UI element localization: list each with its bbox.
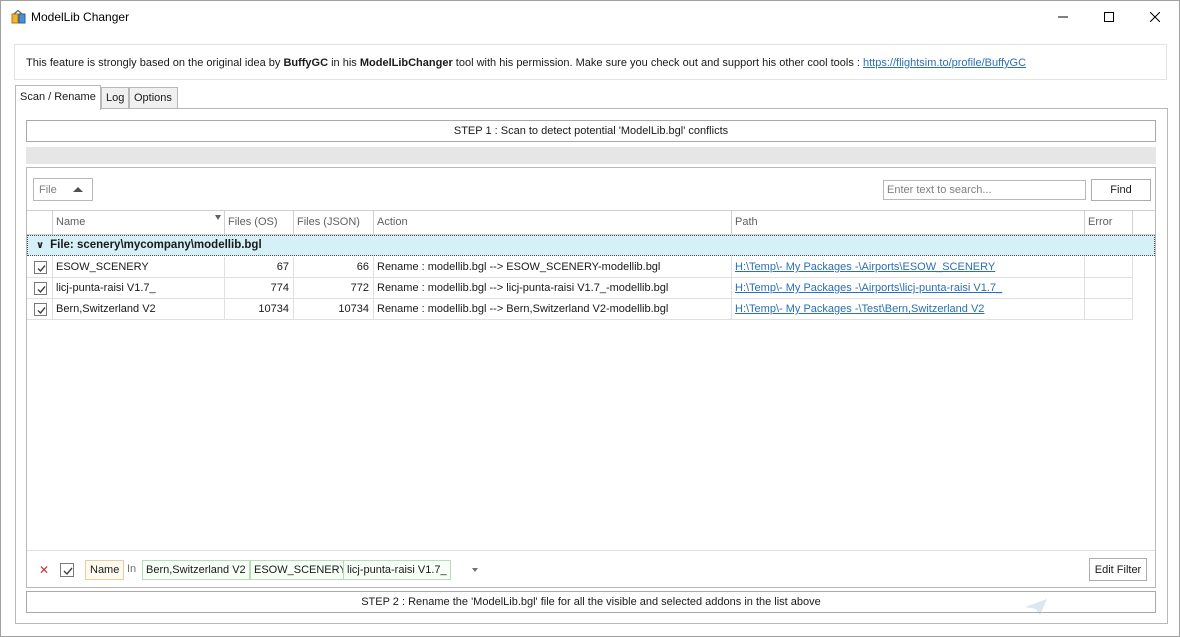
info-tool: ModelLibChanger [359,57,453,69]
filter-icon[interactable] [215,215,221,220]
filter-dropdown-icon[interactable] [472,568,478,572]
header-checkbox-column[interactable] [27,211,53,234]
author-profile-link[interactable]: https://flightsim.to/profile/BuffyGC [863,57,1026,69]
cell-error [1085,278,1133,299]
cell-path-link[interactable]: H:\Temp\- My Packages -\Test\Bern,Switze… [732,299,1085,320]
step2-rename-button[interactable]: STEP 2 : Rename the 'ModelLib.bgl' file … [26,591,1156,613]
checkmark-icon [37,265,46,273]
checkmark-icon [37,307,46,315]
step1-scan-button[interactable]: STEP 1 : Scan to detect potential 'Model… [26,120,1156,142]
row-checkbox-cell[interactable] [27,278,53,299]
minimize-icon [1058,16,1068,18]
maximize-icon [1104,12,1114,22]
grid-header: Name Files (OS) Files (JSON) Action Path… [27,210,1155,235]
cell-name: Bern,Switzerland V2 [53,299,225,320]
cell-path-link[interactable]: H:\Temp\- My Packages -\Airports\licj-pu… [732,278,1085,299]
filter-panel: ✕ Name In Bern,Switzerland V2 ESOW_SCENE… [27,550,1155,587]
chevron-up-icon [73,187,83,192]
cell-name: licj-punta-raisi V1.7_ [53,278,225,299]
chevron-down-icon[interactable]: ∨ [36,240,44,251]
edit-filter-button[interactable]: Edit Filter [1089,558,1147,581]
clear-filter-icon[interactable]: ✕ [39,563,49,577]
group-row-label: File: scenery\mycompany\modellib.bgl [50,239,262,251]
checkmark-icon [37,286,46,294]
watermark-logo [1024,598,1048,619]
group-by-combo[interactable]: File [33,178,93,201]
info-mid: in his [328,57,360,69]
find-button[interactable]: Find [1091,179,1151,201]
filter-field-name[interactable]: Name [85,560,125,580]
cell-files-os: 10734 [225,299,294,320]
filter-enabled-checkbox[interactable] [60,563,74,577]
minimize-button[interactable] [1040,1,1086,33]
window-title: ModelLib Changer [31,10,130,24]
window-app-icon [11,9,26,24]
info-author: BuffyGC [283,57,329,69]
row-checkbox[interactable] [34,261,47,274]
filter-operator[interactable]: In [127,563,136,575]
tab-options[interactable]: Options [129,87,178,109]
header-name[interactable]: Name [53,211,225,234]
header-files-json[interactable]: Files (JSON) [294,211,374,234]
cell-files-json: 10734 [294,299,374,320]
close-button[interactable] [1132,1,1178,33]
search-input[interactable]: Enter text to search... [883,180,1086,200]
cell-files-json: 66 [294,257,374,278]
scan-rename-panel: STEP 1 : Scan to detect potential 'Model… [15,108,1168,624]
row-checkbox-cell[interactable] [27,257,53,278]
header-action[interactable]: Action [374,211,732,234]
filter-value[interactable]: ESOW_SCENERY [250,560,351,580]
header-error[interactable]: Error [1085,211,1133,234]
title-bar[interactable]: ModelLib Changer [1,1,1179,33]
cell-files-os: 774 [225,278,294,299]
header-name-label: Name [56,216,86,228]
scan-progress-bar [26,147,1156,164]
table-row[interactable]: Bern,Switzerland V2 10734 10734 Rename :… [27,299,1133,320]
app-window: ModelLib Changer This feature is strongl… [0,0,1180,637]
filter-value[interactable]: Bern,Switzerland V2 [142,560,250,580]
tab-scan-rename[interactable]: Scan / Rename [15,85,101,110]
row-checkbox[interactable] [34,303,47,316]
info-banner: This feature is strongly based on the or… [14,44,1167,80]
header-path[interactable]: Path [732,211,1085,234]
info-prefix: This feature is strongly based on the or… [26,57,284,69]
cell-path-link[interactable]: H:\Temp\- My Packages -\Airports\ESOW_SC… [732,257,1085,278]
cell-files-json: 772 [294,278,374,299]
cell-name: ESOW_SCENERY [53,257,225,278]
group-by-value: File [39,184,57,196]
addons-grid: File Enter text to search... Find Name F… [26,167,1156,588]
header-files-os[interactable]: Files (OS) [225,211,294,234]
table-row[interactable]: ESOW_SCENERY 67 66 Rename : modellib.bgl… [27,257,1133,278]
cell-action: Rename : modellib.bgl --> ESOW_SCENERY-m… [374,257,732,278]
filter-value[interactable]: licj-punta-raisi V1.7_ [343,560,451,580]
info-suffix: tool with his permission. Make sure you … [452,57,863,69]
group-row[interactable]: ∨ File: scenery\mycompany\modellib.bgl [27,235,1155,256]
cell-error [1085,299,1133,320]
table-row[interactable]: licj-punta-raisi V1.7_ 774 772 Rename : … [27,278,1133,299]
row-checkbox-cell[interactable] [27,299,53,320]
maximize-button[interactable] [1086,1,1132,33]
close-icon [1150,12,1160,22]
cell-action: Rename : modellib.bgl --> licj-punta-rai… [374,278,732,299]
cell-error [1085,257,1133,278]
checkmark-icon [63,567,73,576]
tab-log[interactable]: Log [101,87,129,109]
cell-action: Rename : modellib.bgl --> Bern,Switzerla… [374,299,732,320]
cell-files-os: 67 [225,257,294,278]
row-checkbox[interactable] [34,282,47,295]
